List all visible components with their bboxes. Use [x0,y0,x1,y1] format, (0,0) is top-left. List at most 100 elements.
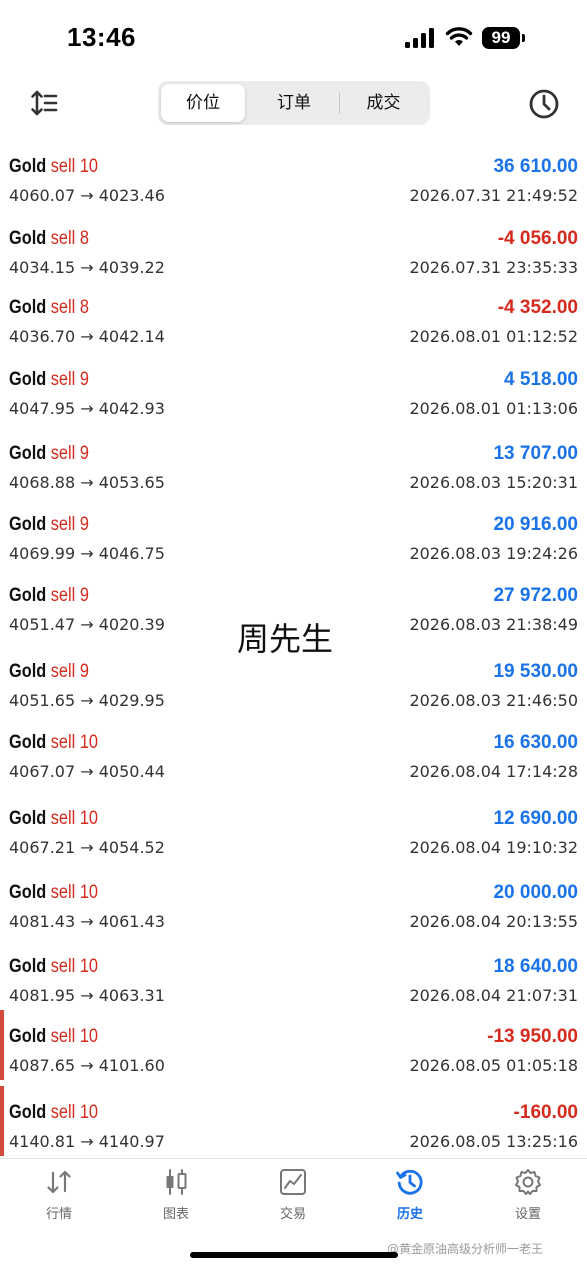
trade-row[interactable]: Gold sell 10 4060.07 → 4023.46 36 610.00… [0,148,587,208]
trade-prices: 4034.15 → 4039.22 [9,258,165,277]
trade-time: 2026.07.31 23:35:33 [409,258,578,277]
wifi-icon [445,27,473,46]
symbol-name: Gold [9,732,47,753]
trade-time: 2026.08.04 19:10:32 [409,838,578,857]
top-toolbar: 价位 订单 成交 [0,80,587,128]
trade-profit: 20 916.00 [493,514,578,535]
tab-deals[interactable]: 成交 [340,84,427,122]
trade-type: sell 10 [50,808,98,829]
trade-prices: 4087.65 → 4101.60 [9,1056,165,1075]
arrows-updown-icon [47,1170,71,1194]
trade-symbol: Gold sell 9 [9,443,89,465]
trade-row[interactable]: Gold sell 8 4034.15 → 4039.22 -4 056.00 … [0,220,587,280]
trade-type: sell 8 [50,228,89,249]
trade-time: 2026.08.05 13:25:16 [409,1132,578,1151]
trade-profit: 13 707.00 [493,443,578,464]
trade-time: 2026.08.04 20:13:55 [409,912,578,931]
trade-prices: 4051.47 → 4020.39 [9,615,165,634]
trade-prices: 4081.95 → 4063.31 [9,986,165,1005]
trade-profit: 20 000.00 [493,882,578,903]
trade-time: 2026.08.03 19:24:26 [409,544,578,563]
trade-symbol: Gold sell 10 [9,156,98,178]
trade-symbol: Gold sell 10 [9,1026,98,1048]
trade-symbol: Gold sell 10 [9,808,98,830]
status-time: 13:46 [67,22,136,52]
trade-profit: -160.00 [513,1102,578,1123]
trade-profit: 12 690.00 [493,808,578,829]
trade-row[interactable]: Gold sell 9 4069.99 → 4046.75 20 916.00 … [0,506,587,566]
trade-row[interactable]: Gold sell 10 4081.95 → 4063.31 18 640.00… [0,948,587,1008]
symbol-name: Gold [9,156,47,177]
trade-type: sell 9 [50,514,89,535]
tab-label: 行情 [45,1207,72,1222]
trade-symbol: Gold sell 9 [9,661,89,683]
trade-profit: -13 950.00 [487,1026,578,1047]
trade-symbol: Gold sell 10 [9,956,98,978]
tab-orders[interactable]: 订单 [250,84,338,122]
symbol-name: Gold [9,443,47,464]
trade-row[interactable]: Gold sell 8 4036.70 → 4042.14 -4 352.00 … [0,289,587,349]
tab-label: 图表 [162,1207,189,1222]
home-indicator [190,1252,398,1258]
trade-time: 2026.08.04 17:14:28 [409,762,578,781]
trade-symbol: Gold sell 10 [9,732,98,754]
trade-profit: 19 530.00 [493,661,578,682]
symbol-name: Gold [9,882,47,903]
trade-type: sell 9 [50,661,89,682]
trade-type: sell 10 [50,732,98,753]
tab-label: 历史 [396,1207,423,1222]
symbol-name: Gold [9,808,47,829]
tab-positions[interactable]: 价位 [161,84,245,122]
symbol-name: Gold [9,585,47,606]
tab-history[interactable]: 历史 [370,1167,450,1227]
trade-prices: 4060.07 → 4023.46 [9,186,165,205]
trade-time: 2026.08.03 21:46:50 [409,691,578,710]
trade-row[interactable]: Gold sell 10 4067.21 → 4054.52 12 690.00… [0,800,587,860]
trade-row[interactable]: Gold sell 10 4067.07 → 4050.44 16 630.00… [0,724,587,784]
trade-profit: 18 640.00 [493,956,578,977]
battery-icon: 99 [482,27,525,49]
trade-row[interactable]: Gold sell 10 4140.81 → 4140.97 -160.00 2… [0,1086,587,1156]
cellular-signal-icon [405,28,437,48]
tab-quotes[interactable]: 行情 [19,1167,99,1227]
trade-profit: 27 972.00 [493,585,578,606]
tab-trade[interactable]: 交易 [253,1167,333,1227]
clock-icon[interactable] [528,88,560,120]
symbol-name: Gold [9,228,47,249]
tab-label: 交易 [279,1207,306,1222]
trade-profit: -4 056.00 [497,228,578,249]
trade-type: sell 9 [50,443,89,464]
trade-prices: 4067.21 → 4054.52 [9,838,165,857]
trade-symbol: Gold sell 8 [9,228,89,250]
history-clock-icon [396,1169,423,1195]
trade-time: 2026.08.01 01:12:52 [409,327,578,346]
trade-profit: 36 610.00 [493,156,578,177]
trade-symbol: Gold sell 8 [9,297,89,319]
trade-type: sell 10 [50,1102,98,1123]
trade-type: sell 9 [50,585,89,606]
trade-row[interactable]: Gold sell 9 4047.95 → 4042.93 4 518.00 2… [0,361,587,421]
trade-row[interactable]: Gold sell 9 4068.88 → 4053.65 13 707.00 … [0,435,587,495]
trade-prices: 4051.65 → 4029.95 [9,691,165,710]
trade-time: 2026.08.03 21:38:49 [409,615,578,634]
weibo-credit: @黄金原油高级分析师一老王 [387,1242,544,1256]
status-bar: 13:46 99 [0,0,587,80]
trade-symbol: Gold sell 9 [9,369,89,391]
candlestick-icon [166,1169,187,1195]
trade-row[interactable]: Gold sell 9 4051.65 → 4029.95 19 530.00 … [0,653,587,713]
tab-chart[interactable]: 图表 [136,1167,216,1227]
trade-type: sell 10 [50,156,98,177]
trade-row[interactable]: Gold sell 10 4087.65 → 4101.60 -13 950.0… [0,1010,587,1080]
trade-time: 2026.08.03 15:20:31 [409,473,578,492]
trade-row[interactable]: Gold sell 10 4081.43 → 4061.43 20 000.00… [0,874,587,934]
trade-type: sell 9 [50,369,89,390]
tab-settings[interactable]: 设置 [488,1167,568,1227]
gear-icon [515,1169,541,1195]
tab-label: 设置 [514,1207,541,1222]
symbol-name: Gold [9,1026,47,1047]
trade-symbol: Gold sell 9 [9,514,89,536]
trade-type: sell 10 [50,1026,98,1047]
trade-type: sell 10 [50,956,98,977]
trade-time: 2026.07.31 21:49:52 [409,186,578,205]
sort-icon[interactable] [30,90,58,116]
